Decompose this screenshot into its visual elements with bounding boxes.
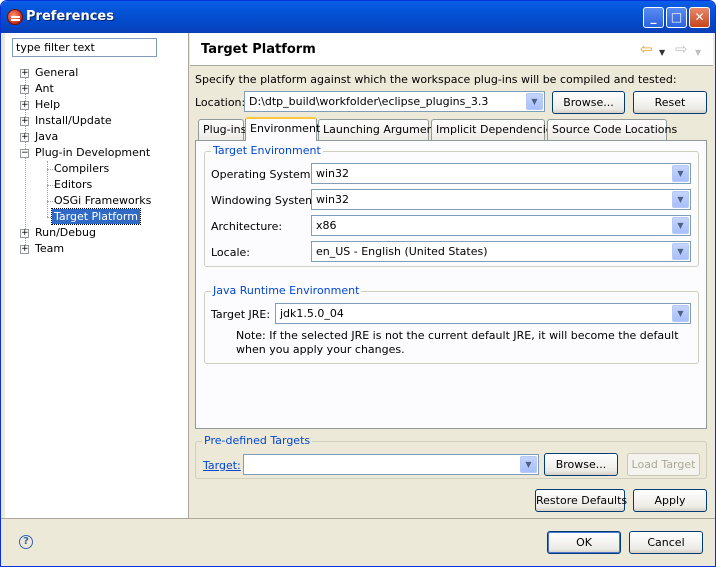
group-title: Java Runtime Environment [211,284,362,297]
tree-item-run-debug[interactable]: Run/Debug [35,225,96,240]
chevron-down-icon[interactable]: ▼ [672,191,689,208]
expand-icon[interactable]: + [20,229,29,238]
tree-item-ant[interactable]: Ant [35,81,54,96]
expand-icon[interactable]: + [20,85,29,94]
filter-input[interactable]: type filter text [12,38,157,57]
arch-value: x86 [316,219,337,232]
back-icon[interactable]: ⇦ [640,41,653,57]
tree-item-editors[interactable]: Editors [54,177,92,192]
tab-environment[interactable]: Environment [245,117,320,141]
arch-combo[interactable]: x86 ▼ [311,215,691,236]
restore-defaults-button[interactable]: Restore Defaults [535,489,627,512]
group-title: Pre-defined Targets [202,434,313,447]
title-bar: Preferences _ □ ✕ [1,1,715,33]
back-menu-icon[interactable]: ▼ [659,45,665,61]
jre-value: jdk1.5.0_04 [280,307,344,320]
ws-combo[interactable]: win32 ▼ [311,189,691,210]
page-description: Specify the platform against which the w… [195,73,677,86]
tab-source-code-locations[interactable]: Source Code Locations [547,119,677,140]
eclipse-icon [7,9,23,25]
tree-item-osgi-frameworks[interactable]: OSGi Frameworks [54,193,151,208]
ok-button[interactable]: OK [547,531,621,554]
expand-icon[interactable]: + [20,101,29,110]
chevron-down-icon[interactable]: ▼ [672,217,689,234]
chevron-down-icon[interactable]: ▼ [672,165,689,182]
environment-tab-content: Target Environment Operating System: win… [195,140,707,429]
location-label: Location: [195,96,246,109]
os-combo[interactable]: win32 ▼ [311,163,691,184]
jre-note-line-1: Note: If the selected JRE is not the cur… [236,329,679,342]
arch-label: Architecture: [211,220,283,233]
expand-icon[interactable]: + [20,69,29,78]
maximize-button[interactable]: □ [666,7,687,28]
preference-page: Target Platform ⇦ ▼ ⇨ ▼ Specify the plat… [190,33,713,518]
preference-tree-panel: type filter text + General + Ant + Help … [5,33,189,518]
target-link[interactable]: Target: [203,459,241,472]
load-target-button: Load Target [627,453,700,476]
chevron-down-icon[interactable]: ▼ [672,243,689,260]
tree-item-general[interactable]: General [35,65,78,80]
target-combo[interactable]: ▼ [243,454,539,475]
reset-button[interactable]: Reset [633,91,707,114]
location-combo[interactable]: D:\dtp_build\workfolder\eclipse_plugins_… [244,91,545,112]
cancel-button[interactable]: Cancel [629,531,703,554]
expand-icon[interactable]: + [20,245,29,254]
forward-icon: ⇨ [675,40,688,58]
window-title: Preferences [26,9,114,24]
tree-item-java[interactable]: Java [35,129,58,144]
tree-item-team[interactable]: Team [35,241,64,256]
close-button[interactable]: ✕ [689,7,710,28]
collapse-icon[interactable]: − [20,149,29,158]
chevron-down-icon[interactable]: ▼ [526,93,543,110]
chevron-down-icon[interactable]: ▼ [520,456,537,473]
preferences-window: Preferences _ □ ✕ type filter text + Gen… [0,0,716,567]
tab-folder: Plug-ins Environment Launching Arguments… [195,117,707,429]
tree-item-help[interactable]: Help [35,97,60,112]
tree-item-target-platform[interactable]: Target Platform [51,208,141,225]
locale-label: Locale: [211,246,250,259]
tab-plugins[interactable]: Plug-ins [198,119,246,140]
tree-item-compilers[interactable]: Compilers [54,161,109,176]
jre-note-line-2: when you apply your changes. [236,343,405,356]
apply-button[interactable]: Apply [633,489,707,512]
expand-icon[interactable]: + [20,117,29,126]
jre-combo[interactable]: jdk1.5.0_04 ▼ [275,303,691,324]
predefined-targets-group: Pre-defined Targets Target: ▼ Browse... … [195,434,707,479]
chevron-down-icon[interactable]: ▼ [672,305,689,322]
os-value: win32 [316,167,350,180]
target-environment-group: Target Environment Operating System: win… [204,144,699,267]
target-browse-button[interactable]: Browse... [544,453,618,476]
expand-icon[interactable]: + [20,133,29,142]
os-label: Operating System: [211,168,315,181]
forward-menu-icon: ▼ [695,48,702,57]
page-header: Target Platform ⇦ ▼ ⇨ ▼ [190,33,713,66]
page-title: Target Platform [201,42,316,57]
ws-value: win32 [316,193,350,206]
ws-label: Windowing System: [211,194,320,207]
locale-value: en_US - English (United States) [316,245,488,258]
dialog-button-bar: ? OK Cancel [1,518,715,566]
tree-item-install-update[interactable]: Install/Update [35,113,112,128]
help-icon[interactable]: ? [19,535,33,549]
jre-label: Target JRE: [211,308,271,321]
location-browse-button[interactable]: Browse... [552,91,625,114]
tab-implicit-dependencies[interactable]: Implicit Dependencies [431,119,558,140]
tree-item-plugin-development[interactable]: Plug-in Development [35,145,150,160]
locale-combo[interactable]: en_US - English (United States) ▼ [311,241,691,262]
location-value: D:\dtp_build\workfolder\eclipse_plugins_… [249,95,489,108]
jre-group: Java Runtime Environment Target JRE: jdk… [204,284,699,364]
minimize-button[interactable]: _ [643,7,664,28]
group-title: Target Environment [211,144,323,157]
tab-launching-arguments[interactable]: Launching Arguments [318,119,444,140]
